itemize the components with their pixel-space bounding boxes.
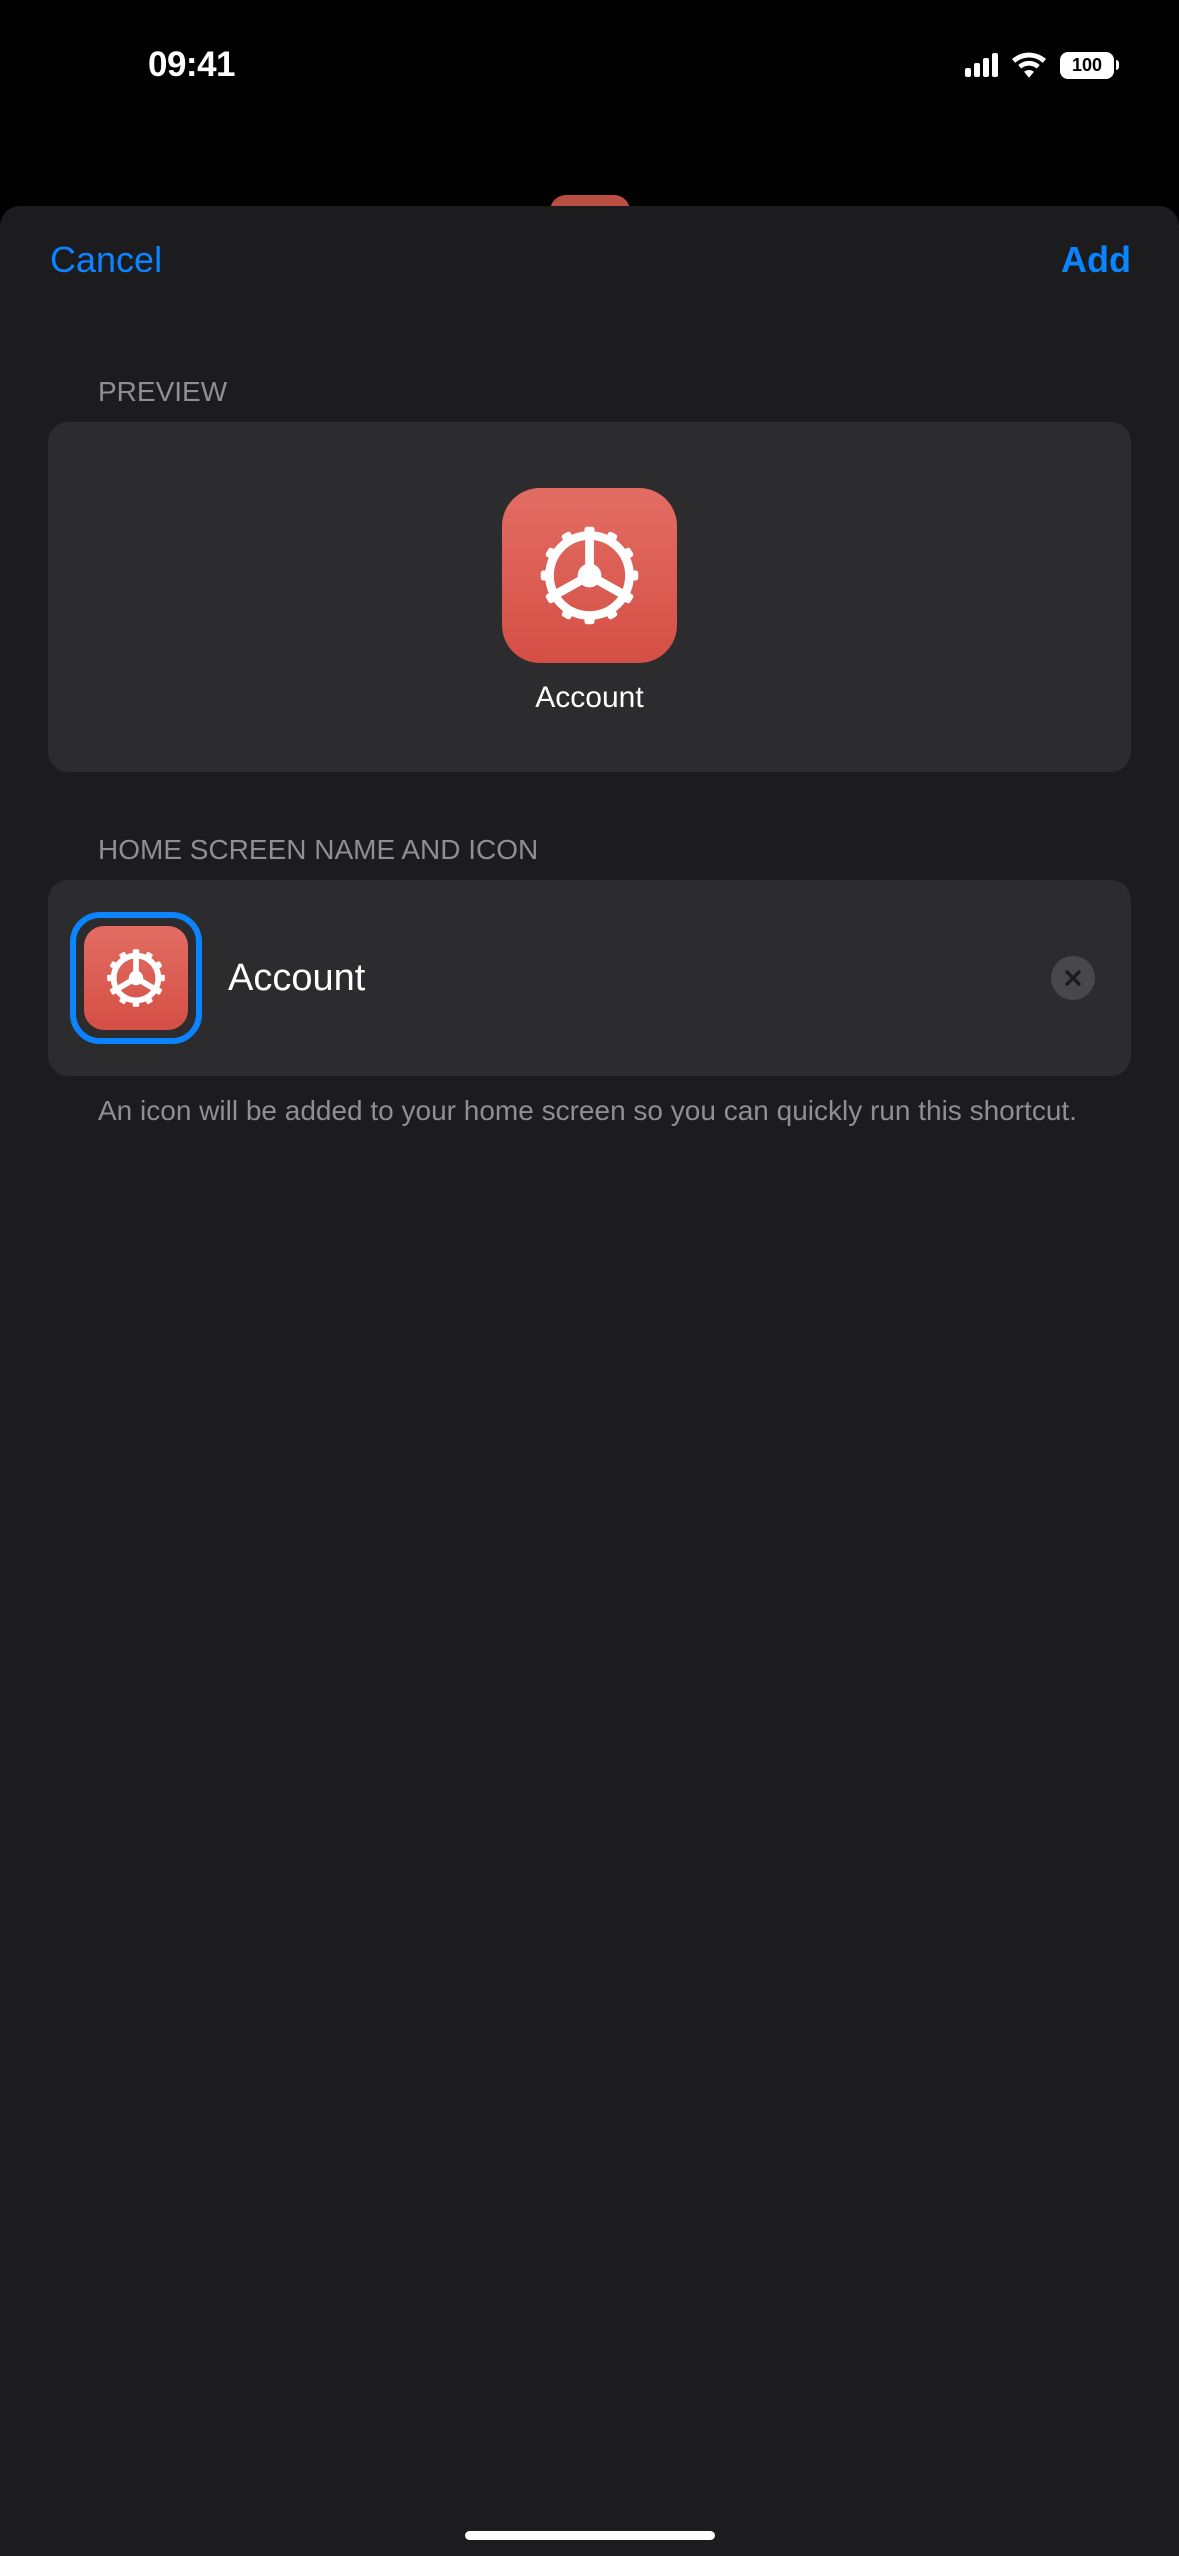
shortcut-icon xyxy=(84,926,188,1030)
cellular-icon xyxy=(965,53,998,77)
gear-icon xyxy=(527,513,652,638)
status-bar: 09:41 100 xyxy=(0,0,1179,130)
wifi-icon xyxy=(1012,52,1046,78)
icon-picker-button[interactable] xyxy=(70,912,202,1044)
status-time: 09:41 xyxy=(148,45,235,85)
add-button[interactable]: Add xyxy=(1061,239,1131,281)
battery-icon: 100 xyxy=(1060,52,1119,79)
battery-level: 100 xyxy=(1072,55,1102,76)
name-icon-row xyxy=(48,880,1131,1076)
preview-section-header: Preview xyxy=(0,314,1179,422)
nav-bar: Cancel Add xyxy=(0,206,1179,314)
status-icons: 100 xyxy=(965,52,1119,79)
clear-text-button[interactable] xyxy=(1051,956,1095,1000)
preview-app-icon xyxy=(502,488,677,663)
close-icon xyxy=(1063,968,1083,988)
cancel-button[interactable]: Cancel xyxy=(50,239,162,281)
modal-sheet: Cancel Add Preview xyxy=(0,206,1179,2556)
shortcut-name-input[interactable] xyxy=(228,957,1025,1000)
footer-note: An icon will be added to your home scree… xyxy=(0,1076,1179,1130)
name-section-header: Home Screen Name and Icon xyxy=(0,772,1179,880)
preview-label: Account xyxy=(535,681,643,715)
preview-card: Account xyxy=(48,422,1131,772)
home-indicator[interactable] xyxy=(465,2531,715,2540)
gear-icon xyxy=(100,942,172,1014)
